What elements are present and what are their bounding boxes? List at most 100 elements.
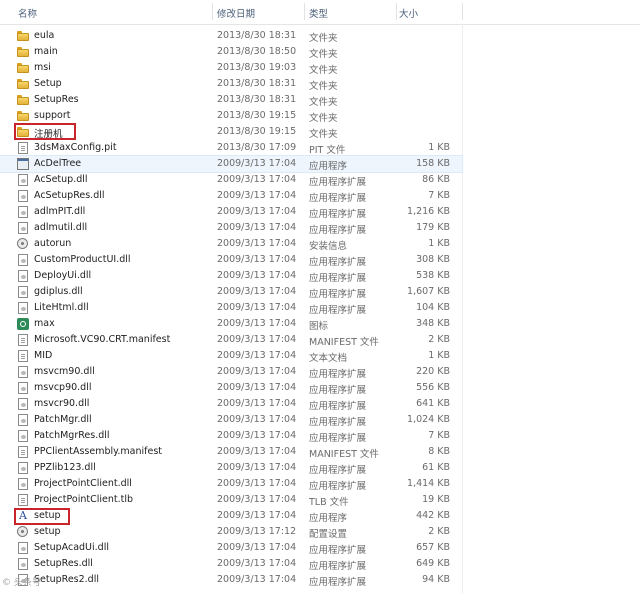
dll-icon — [18, 398, 28, 410]
file-name: PPClientAssembly.manifest — [34, 446, 163, 457]
file-row[interactable]: gdiplus.dll 2009/3/13 17:04 应用程序扩展 1,607 KB — [0, 284, 462, 300]
file-row[interactable]: PPZlib123.dll 2009/3/13 17:04 应用程序扩展 61 KB — [0, 460, 462, 476]
column-header-type[interactable]: 类型 — [309, 6, 328, 20]
column-divider[interactable] — [396, 3, 397, 20]
file-name: adlmPIT.dll — [34, 206, 86, 217]
file-row[interactable]: setup 2009/3/13 17:12 配置设置 2 KB — [0, 524, 462, 540]
file-name: DeployUi.dll — [34, 270, 92, 281]
file-row[interactable]: SetupRes 2013/8/30 18:31 文件夹 — [0, 92, 462, 108]
file-name: main — [34, 46, 58, 57]
dll-icon — [18, 206, 28, 218]
file-date: 2009/3/13 17:04 — [217, 446, 297, 457]
file-row[interactable]: PatchMgrRes.dll 2009/3/13 17:04 应用程序扩展 7 KB — [0, 428, 462, 444]
file-date: 2009/3/13 17:04 — [217, 366, 297, 377]
file-row[interactable]: ProjectPointClient.tlb 2009/3/13 17:04 TLB… — [0, 492, 462, 508]
file-type: 应用程序扩展 — [309, 465, 367, 476]
file-date: 2013/8/30 18:50 — [217, 46, 297, 57]
file-date: 2009/3/13 17:04 — [217, 414, 297, 425]
file-size: 61 KB — [422, 462, 450, 473]
file-row[interactable]: SetupAcadUi.dll 2009/3/13 17:04 应用程序扩展 657 … — [0, 540, 462, 556]
file-row[interactable]: AcSetup.dll 2009/3/13 17:04 应用程序扩展 86 KB — [0, 172, 462, 188]
file-row[interactable]: msvcr90.dll 2009/3/13 17:04 应用程序扩展 641 KB — [0, 396, 462, 412]
watermark: © 头条号 — [2, 578, 41, 588]
file-row[interactable]: Setup 2013/8/30 18:31 文件夹 — [0, 76, 462, 92]
file-date: 2009/3/13 17:04 — [217, 382, 297, 393]
file-date: 2009/3/13 17:04 — [217, 254, 297, 265]
dll-icon — [18, 462, 28, 474]
gear-icon — [17, 238, 28, 249]
file-row[interactable]: SetupRes2.dll 2009/3/13 17:04 应用程序扩展 94 KB — [0, 572, 462, 588]
file-row[interactable]: max 2009/3/13 17:04 图标 348 KB — [0, 316, 462, 332]
file-row[interactable]: MID 2009/3/13 17:04 文本文档 1 KB — [0, 348, 462, 364]
file-row[interactable]: msvcm90.dll 2009/3/13 17:04 应用程序扩展 220 KB — [0, 364, 462, 380]
file-row[interactable]: AcDelTree 2009/3/13 17:04 应用程序 158 KB — [0, 155, 463, 173]
file-date: 2009/3/13 17:04 — [217, 558, 297, 569]
file-name: autorun — [34, 238, 72, 249]
file-row[interactable]: CustomProductUI.dll 2009/3/13 17:04 应用程序扩展… — [0, 252, 462, 268]
column-header-size[interactable]: 大小 — [399, 6, 418, 20]
file-row[interactable]: adlmutil.dll 2009/3/13 17:04 应用程序扩展 179 KB — [0, 220, 462, 236]
file-type: 应用程序扩展 — [309, 193, 367, 204]
file-date: 2009/3/13 17:04 — [217, 190, 297, 201]
dll-icon — [18, 478, 28, 490]
application-icon — [17, 158, 29, 170]
file-row[interactable]: AcSetupRes.dll 2009/3/13 17:04 应用程序扩展 7 KB — [0, 188, 462, 204]
file-name: PatchMgr.dll — [34, 414, 92, 425]
file-date: 2009/3/13 17:04 — [217, 462, 297, 473]
column-divider[interactable] — [212, 3, 213, 20]
file-size: 1,216 KB — [407, 206, 450, 217]
file-type: 应用程序扩展 — [309, 257, 367, 268]
file-row[interactable]: msi 2013/8/30 19:03 文件夹 — [0, 60, 462, 76]
file-date: 2009/3/13 17:04 — [217, 318, 297, 329]
file-name: Setup — [34, 78, 62, 89]
file-date: 2009/3/13 17:04 — [217, 510, 297, 521]
column-divider[interactable] — [462, 3, 463, 20]
file-name: ProjectPointClient.tlb — [34, 494, 134, 505]
file-row[interactable]: PPClientAssembly.manifest 2009/3/13 17:04… — [0, 444, 462, 460]
file-type: 应用程序扩展 — [309, 385, 367, 396]
file-type: 文件夹 — [309, 129, 338, 140]
document-icon — [18, 446, 28, 458]
file-row[interactable]: adlmPIT.dll 2009/3/13 17:04 应用程序扩展 1,216 KB — [0, 204, 462, 220]
file-size: 2 KB — [428, 526, 450, 537]
file-row[interactable]: eula 2013/8/30 18:31 文件夹 — [0, 28, 462, 44]
file-name: PPZlib123.dll — [34, 462, 96, 473]
file-type: 应用程序扩展 — [309, 561, 367, 572]
file-row[interactable]: SetupRes.dll 2009/3/13 17:04 应用程序扩展 649 KB — [0, 556, 462, 572]
dll-icon — [18, 286, 28, 298]
file-row[interactable]: DeployUi.dll 2009/3/13 17:04 应用程序扩展 538 KB — [0, 268, 462, 284]
file-name: CustomProductUI.dll — [34, 254, 131, 265]
file-name: setup — [34, 526, 61, 537]
file-row[interactable]: support 2013/8/30 19:15 文件夹 — [0, 108, 462, 124]
file-row[interactable]: LiteHtml.dll 2009/3/13 17:04 应用程序扩展 104 KB — [0, 300, 462, 316]
file-type: 文件夹 — [309, 33, 338, 44]
folder-icon — [17, 46, 29, 58]
file-date: 2009/3/13 17:12 — [217, 526, 297, 537]
column-divider[interactable] — [304, 3, 305, 20]
file-date: 2009/3/13 17:04 — [217, 174, 297, 185]
gear-icon — [17, 526, 28, 537]
file-date: 2009/3/13 17:04 — [217, 302, 297, 313]
file-date: 2013/8/30 19:03 — [217, 62, 297, 73]
file-name: msvcm90.dll — [34, 366, 95, 377]
file-row[interactable]: ProjectPointClient.dll 2009/3/13 17:04 应用程… — [0, 476, 462, 492]
file-date: 2013/8/30 18:31 — [217, 30, 297, 41]
file-row[interactable]: msvcp90.dll 2009/3/13 17:04 应用程序扩展 556 KB — [0, 380, 462, 396]
file-row[interactable]: PatchMgr.dll 2009/3/13 17:04 应用程序扩展 1,024 K… — [0, 412, 462, 428]
dll-icon — [18, 254, 28, 266]
column-header-name[interactable]: 名称 — [18, 6, 37, 20]
file-row[interactable]: main 2013/8/30 18:50 文件夹 — [0, 44, 462, 60]
file-size: 308 KB — [416, 254, 450, 265]
file-name: SetupRes.dll — [34, 558, 93, 569]
file-name: SetupRes — [34, 94, 79, 105]
column-header-date[interactable]: 修改日期 — [217, 6, 255, 20]
file-row[interactable]: 3dsMaxConfig.pit 2013/8/30 17:09 PIT 文件 1 K… — [0, 140, 462, 156]
file-size: 86 KB — [422, 174, 450, 185]
folder-icon — [17, 62, 29, 74]
file-size: 104 KB — [416, 302, 450, 313]
file-row[interactable]: Microsoft.VC90.CRT.manifest 2009/3/13 17:… — [0, 332, 462, 348]
file-date: 2009/3/13 17:04 — [217, 206, 297, 217]
file-type: 文件夹 — [309, 65, 338, 76]
file-name: AcDelTree — [34, 158, 82, 169]
file-row[interactable]: autorun 2009/3/13 17:04 安装信息 1 KB — [0, 236, 462, 252]
